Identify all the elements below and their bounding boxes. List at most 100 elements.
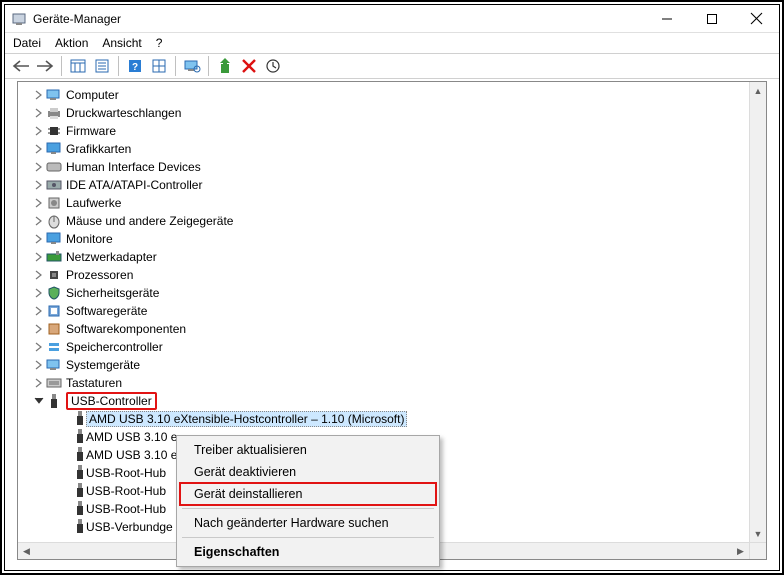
tree-category[interactable]: Firmware <box>32 122 766 140</box>
menu-action[interactable]: Aktion <box>55 36 88 50</box>
computer-icon <box>46 87 62 103</box>
maximize-button[interactable] <box>689 5 734 32</box>
tree-category[interactable]: Sicherheitsgeräte <box>32 284 766 302</box>
scroll-right-icon[interactable]: ▶ <box>732 543 749 559</box>
menu-view[interactable]: Ansicht <box>102 36 141 50</box>
expander-icon[interactable] <box>32 181 46 189</box>
tree-item[interactable]: AMD USB 3.10 eXtensible-Hostcontroller –… <box>60 410 766 428</box>
expander-icon[interactable] <box>32 109 46 117</box>
close-button[interactable] <box>734 5 779 32</box>
expander-icon[interactable] <box>32 199 46 207</box>
back-button[interactable] <box>9 55 33 77</box>
forward-button[interactable] <box>33 55 57 77</box>
tree-category[interactable]: Laufwerke <box>32 194 766 212</box>
sys-icon <box>46 357 62 373</box>
menu-help[interactable]: ? <box>156 36 163 50</box>
shield-icon <box>46 285 62 301</box>
expander-icon[interactable] <box>32 253 46 261</box>
show-hidden-icon[interactable] <box>66 55 90 77</box>
comp-icon <box>46 321 62 337</box>
menu-uninstall-device[interactable]: Gerät deinstallieren <box>180 483 436 505</box>
tree-panel: Computer Druckwarteschlangen Firmware Grafi… <box>17 81 767 560</box>
expander-icon[interactable] <box>32 307 46 315</box>
usb-icon <box>74 500 86 519</box>
tree-label: Computer <box>66 88 119 102</box>
cpu-icon <box>46 267 62 283</box>
tree-category[interactable]: Human Interface Devices <box>32 158 766 176</box>
expander-icon[interactable] <box>32 235 46 243</box>
tree-label: AMD USB 3.10 e <box>86 430 177 444</box>
help-icon[interactable]: ? <box>123 55 147 77</box>
tree-label: USB-Root-Hub <box>86 466 166 480</box>
printer-icon <box>46 105 62 121</box>
tree-category[interactable]: Softwaregeräte <box>32 302 766 320</box>
tree-label: Firmware <box>66 124 116 138</box>
expander-icon[interactable] <box>32 163 46 171</box>
vertical-scrollbar[interactable]: ▲ ▼ <box>749 82 766 542</box>
expander-icon[interactable] <box>32 127 46 135</box>
menubar: Datei Aktion Ansicht ? <box>5 33 779 53</box>
tree-label: AMD USB 3.10 e <box>86 448 177 462</box>
mouse-icon <box>46 213 62 229</box>
tree-label: AMD USB 3.10 eXtensible-Hostcontroller –… <box>86 411 407 427</box>
uninstall-icon[interactable] <box>237 55 261 77</box>
context-menu: Treiber aktualisieren Gerät deaktivieren… <box>176 435 440 567</box>
tree-category[interactable]: Systemgeräte <box>32 356 766 374</box>
tree-category[interactable]: USB-Controller <box>32 392 766 410</box>
tree-category[interactable]: IDE ATA/ATAPI-Controller <box>32 176 766 194</box>
expander-icon[interactable] <box>32 145 46 153</box>
menu-scan-hardware[interactable]: Nach geänderter Hardware suchen <box>180 512 436 534</box>
expander-icon[interactable] <box>32 343 46 351</box>
tree-category[interactable]: Speichercontroller <box>32 338 766 356</box>
display-icon <box>46 141 62 157</box>
tree-category[interactable]: Computer <box>32 86 766 104</box>
tree-category[interactable]: Netzwerkadapter <box>32 248 766 266</box>
tree-category[interactable]: Prozessoren <box>32 266 766 284</box>
net-icon <box>46 249 62 265</box>
tree-label: Systemgeräte <box>66 358 140 372</box>
menu-update-driver[interactable]: Treiber aktualisieren <box>180 439 436 461</box>
tree-category[interactable]: Softwarekomponenten <box>32 320 766 338</box>
usb-icon <box>74 428 86 447</box>
tree-label: USB-Controller <box>71 394 152 408</box>
scroll-left-icon[interactable]: ◀ <box>18 543 35 559</box>
expander-icon[interactable] <box>32 379 46 387</box>
usb-icon <box>46 393 62 409</box>
keyboard-icon <box>46 375 62 391</box>
menu-divider <box>182 537 434 538</box>
expander-icon[interactable] <box>32 91 46 99</box>
disable-icon[interactable] <box>261 55 285 77</box>
tree-category[interactable]: Mäuse und andere Zeigegeräte <box>32 212 766 230</box>
expander-icon[interactable] <box>32 289 46 297</box>
tree-label: Softwarekomponenten <box>66 322 186 336</box>
minimize-button[interactable] <box>644 5 689 32</box>
tree-label: Sicherheitsgeräte <box>66 286 159 300</box>
scroll-up-icon[interactable]: ▲ <box>750 82 766 99</box>
expander-icon[interactable] <box>32 325 46 333</box>
tree-category[interactable]: Monitore <box>32 230 766 248</box>
menu-disable-device[interactable]: Gerät deaktivieren <box>180 461 436 483</box>
expander-icon[interactable] <box>32 217 46 225</box>
tree-category[interactable]: Tastaturen <box>32 374 766 392</box>
tree-label: Human Interface Devices <box>66 160 201 174</box>
usb-icon <box>74 518 86 537</box>
tree-category[interactable]: Grafikkarten <box>32 140 766 158</box>
app-icon <box>11 11 27 27</box>
properties-icon[interactable] <box>90 55 114 77</box>
expander-icon[interactable] <box>32 271 46 279</box>
expander-icon[interactable] <box>32 361 46 369</box>
menu-file[interactable]: Datei <box>13 36 41 50</box>
update-driver-icon[interactable] <box>213 55 237 77</box>
drive-icon <box>46 195 62 211</box>
scan-hardware-icon[interactable] <box>180 55 204 77</box>
tree-label: IDE ATA/ATAPI-Controller <box>66 178 202 192</box>
tree-category[interactable]: Druckwarteschlangen <box>32 104 766 122</box>
scroll-down-icon[interactable]: ▼ <box>750 525 766 542</box>
usb-icon <box>74 464 86 483</box>
tree-label: Softwaregeräte <box>66 304 147 318</box>
tree-label: Grafikkarten <box>66 142 131 156</box>
grid-icon[interactable] <box>147 55 171 77</box>
expander-icon[interactable] <box>32 397 46 405</box>
menu-properties[interactable]: Eigenschaften <box>180 541 436 563</box>
tree-label: Prozessoren <box>66 268 133 282</box>
